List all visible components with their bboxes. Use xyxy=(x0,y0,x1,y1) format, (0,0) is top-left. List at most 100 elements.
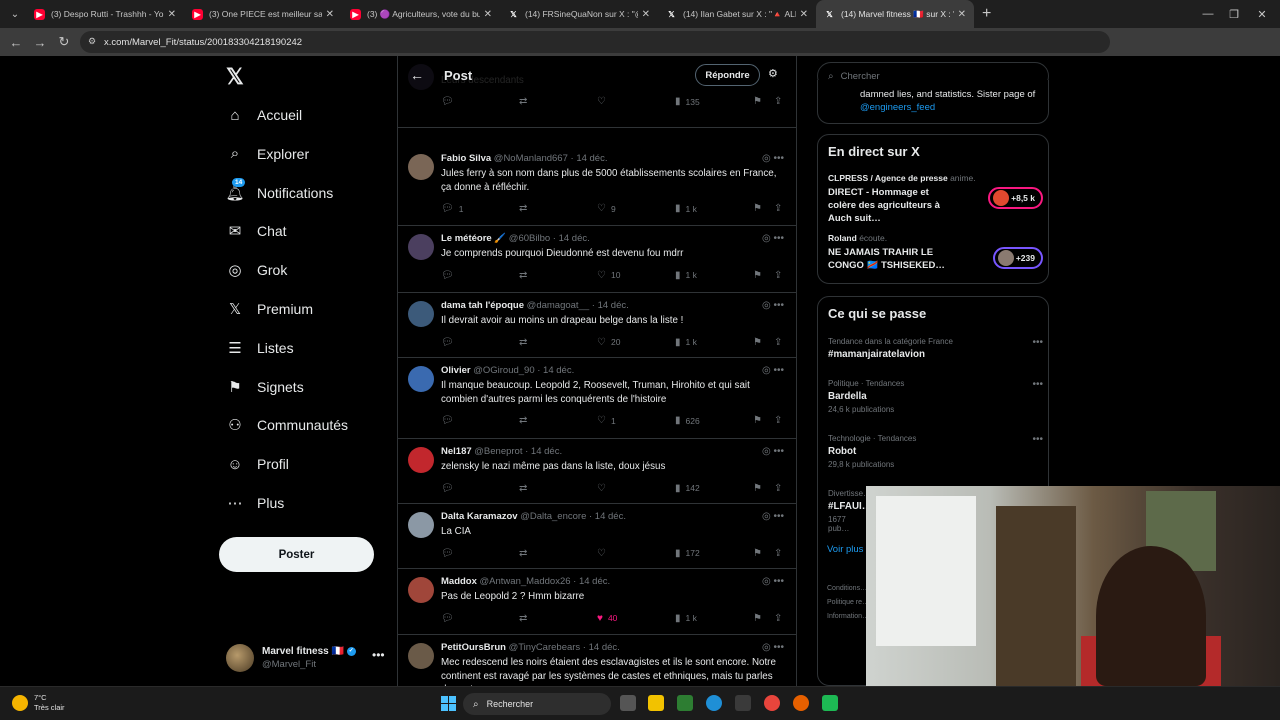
reply-button[interactable]: Répondre xyxy=(695,64,760,86)
browser-tab[interactable]: ▶ (3) 🟣 Agriculteurs, vote du bu… ✕ xyxy=(342,0,500,28)
more-icon[interactable]: ••• xyxy=(773,233,784,244)
avatar[interactable] xyxy=(408,512,434,538)
reply-button[interactable]: 💬︎ xyxy=(441,613,459,624)
views-button[interactable]: ▮ 626 xyxy=(675,415,700,426)
taskbar-search[interactable]: ⌕ Rechercher xyxy=(463,693,611,715)
views-button[interactable]: ▮ 1 k xyxy=(675,203,697,214)
share-button[interactable]: ⇪ xyxy=(774,337,787,348)
avatar[interactable] xyxy=(408,234,434,260)
more-icon[interactable]: ••• xyxy=(773,153,784,164)
listeners-pill[interactable]: +239 xyxy=(992,247,1043,269)
listeners-pill[interactable]: +8,5 k xyxy=(988,187,1043,209)
share-button[interactable]: ⇪ xyxy=(774,548,787,559)
bookmark-button[interactable]: ⚑ xyxy=(753,270,767,281)
views-button[interactable]: ▮ 172 xyxy=(675,548,700,559)
reload-icon[interactable]: ↻ xyxy=(52,30,76,54)
sister-page-link[interactable]: @engineers_feed xyxy=(860,102,935,113)
store-icon[interactable] xyxy=(735,695,751,711)
live-item[interactable]: CLPRESS / Agence de presse anime. DIRECT … xyxy=(828,173,1043,225)
app-icon[interactable] xyxy=(822,695,838,711)
chrome-icon[interactable] xyxy=(764,695,780,711)
reply-button[interactable]: 💬︎ xyxy=(441,96,459,107)
footer-link[interactable]: Politique re… xyxy=(827,596,869,610)
tweet-row[interactable]: Fabio Silva @NoManland667 · 14 déc. ◎ •••… xyxy=(398,146,796,226)
nvidia-icon[interactable] xyxy=(677,695,693,711)
avatar[interactable] xyxy=(408,154,434,180)
tweet-row[interactable]: dama tah l'époque @damagoat__ · 14 déc. ◎… xyxy=(398,293,796,358)
nav-item-plus[interactable]: ⋯ Plus xyxy=(226,488,285,518)
tweet-author[interactable]: Maddox xyxy=(441,576,477,587)
grok-icon[interactable]: ◎ xyxy=(762,511,774,522)
close-window-icon[interactable]: ✕ xyxy=(1242,0,1280,28)
like-button[interactable]: ♡ 9 xyxy=(597,203,616,214)
site-info-icon[interactable]: ⚙ xyxy=(88,36,100,48)
more-icon[interactable]: ••• xyxy=(773,446,784,457)
firefox-icon[interactable] xyxy=(793,695,809,711)
tweet-author[interactable]: Le météore 🖌️ xyxy=(441,233,506,244)
tweet-author[interactable]: dama tah l'époque xyxy=(441,300,524,311)
share-button[interactable]: ⇪ xyxy=(774,415,787,426)
like-button[interactable]: ♡ 20 xyxy=(597,337,620,348)
bookmark-button[interactable]: ⚑ xyxy=(753,96,767,107)
edge-icon[interactable] xyxy=(706,695,722,711)
reply-button[interactable]: 💬︎ xyxy=(441,415,459,426)
tweet-author[interactable]: Dalta Karamazov xyxy=(441,511,518,522)
bookmark-button[interactable]: ⚑ xyxy=(753,548,767,559)
trend-item[interactable]: Technologie · Tendances Robot 29,8 k publi… xyxy=(828,434,1043,469)
more-icon[interactable]: ••• xyxy=(1032,337,1043,348)
task-view-icon[interactable] xyxy=(620,695,636,711)
like-button[interactable]: ♡ xyxy=(597,548,611,559)
forward-icon[interactable]: → xyxy=(28,30,52,54)
more-icon[interactable]: ••• xyxy=(773,300,784,311)
nav-item-profil[interactable]: ☺ Profil xyxy=(226,449,289,479)
tweet-row[interactable]: Dalta Karamazov @Dalta_encore · 14 déc. ◎… xyxy=(398,504,796,569)
grok-icon[interactable]: ◎ xyxy=(762,576,774,587)
bookmark-button[interactable]: ⚑ xyxy=(753,483,767,494)
close-tab-icon[interactable]: ✕ xyxy=(642,9,650,20)
bookmark-button[interactable]: ⚑ xyxy=(753,415,767,426)
tweet-author[interactable]: Fabio Silva xyxy=(441,153,491,164)
repost-button[interactable]: ⇄ xyxy=(519,337,532,348)
bookmark-button[interactable]: ⚑ xyxy=(753,203,767,214)
tweet-row[interactable]: Maddox @Antwan_Maddox26 · 14 déc. ◎ ••• Pa… xyxy=(398,569,796,635)
more-icon[interactable]: ••• xyxy=(1032,434,1043,445)
repost-button[interactable]: ⇄ xyxy=(519,415,532,426)
reply-button[interactable]: 💬︎ 1 xyxy=(441,203,463,214)
reply-button[interactable]: 💬︎ xyxy=(441,270,459,281)
bookmark-button[interactable]: ⚑ xyxy=(753,613,767,624)
file-explorer-icon[interactable] xyxy=(648,695,664,711)
share-button[interactable]: ⇪ xyxy=(774,203,787,214)
tweet-row[interactable]: PetitOursBrun @TinyCarebears · 14 déc. ◎ … xyxy=(398,635,796,686)
like-button[interactable]: ♡ 10 xyxy=(597,270,620,281)
tweet-author[interactable]: PetitOursBrun xyxy=(441,642,506,653)
nav-item-premium[interactable]: 𝕏 Premium xyxy=(226,294,313,324)
repost-button[interactable]: ⇄ xyxy=(519,483,532,494)
back-icon[interactable]: ← xyxy=(4,30,28,54)
nav-item-grok[interactable]: ◎ Grok xyxy=(226,255,287,285)
close-tab-icon[interactable]: ✕ xyxy=(484,9,492,20)
share-button[interactable]: ⇪ xyxy=(774,483,787,494)
share-button[interactable]: ⇪ xyxy=(774,613,787,624)
close-tab-icon[interactable]: ✕ xyxy=(168,9,176,20)
close-tab-icon[interactable]: ✕ xyxy=(326,9,334,20)
nav-item-signets[interactable]: ⚑ Signets xyxy=(226,372,303,402)
avatar[interactable] xyxy=(408,366,434,392)
views-button[interactable]: ▮ 142 xyxy=(675,483,700,494)
show-more-link[interactable]: Voir plus xyxy=(827,544,863,555)
avatar[interactable] xyxy=(408,447,434,473)
nav-item-notifications[interactable]: 🔔︎ 14 Notifications xyxy=(225,177,333,208)
share-button[interactable]: ⇪ xyxy=(774,96,787,107)
reply-button[interactable]: 💬︎ xyxy=(441,483,459,494)
new-tab-button[interactable]: + xyxy=(982,5,991,23)
back-arrow-icon[interactable]: ← xyxy=(410,67,424,83)
tweet-row[interactable]: Le météore 🖌️ @60Bilbo · 14 déc. ◎ ••• Je … xyxy=(398,226,796,293)
nav-item-accueil[interactable]: ⌂ Accueil xyxy=(226,100,302,130)
weather-widget[interactable]: 7°C Très clair xyxy=(12,693,65,713)
live-item[interactable]: Roland écoute. NE JAMAIS TRAHIR LE CONGO … xyxy=(828,233,1043,272)
grok-icon[interactable]: ◎ xyxy=(762,153,774,164)
bookmark-button[interactable]: ⚑ xyxy=(753,337,767,348)
reply-button[interactable]: 💬︎ xyxy=(441,548,459,559)
avatar[interactable] xyxy=(408,577,434,603)
views-button[interactable]: ▮ 1 k xyxy=(675,270,697,281)
like-button[interactable]: ♡ 1 xyxy=(597,415,616,426)
